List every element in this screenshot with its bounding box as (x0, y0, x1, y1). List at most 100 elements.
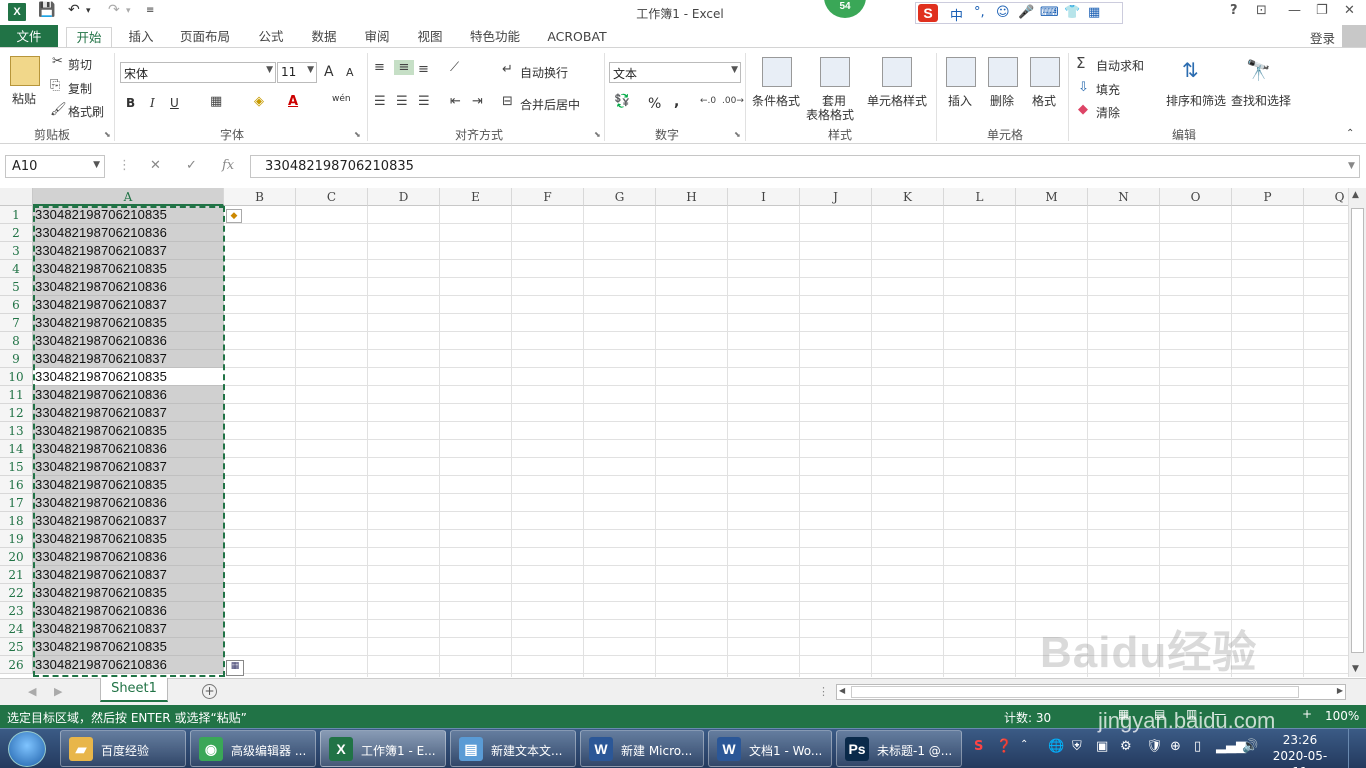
taskbar-item[interactable]: W 新建 Micro... (580, 730, 704, 767)
table-cell[interactable]: 330482198706210835 (33, 530, 224, 548)
table-cell[interactable]: 330482198706210837 (33, 512, 224, 530)
column-header-b[interactable]: B (224, 188, 296, 206)
increase-decimal-icon[interactable]: ←.0 (700, 96, 716, 106)
select-all-corner[interactable] (0, 188, 33, 206)
column-header-q[interactable]: Q (1304, 188, 1348, 206)
table-cell[interactable]: 330482198706210835 (33, 314, 224, 332)
scroll-thumb[interactable] (1351, 208, 1364, 653)
row-header[interactable]: 8 (0, 332, 33, 350)
percent-button[interactable]: % (648, 96, 661, 112)
bold-button[interactable]: B (126, 96, 135, 110)
table-cell[interactable]: 330482198706210837 (33, 566, 224, 584)
currency-icon[interactable]: 💱 (614, 94, 630, 109)
table-cell[interactable]: 330482198706210836 (33, 332, 224, 350)
column-header-l[interactable]: L (944, 188, 1016, 206)
row-header[interactable]: 2 (0, 224, 33, 242)
align-middle-icon[interactable]: ≡ (394, 60, 414, 75)
align-bottom-icon[interactable]: ≡ (418, 62, 429, 77)
empty-cells[interactable] (224, 206, 1348, 677)
comma-button[interactable]: , (674, 94, 679, 110)
split-handle-icon[interactable]: ⋮ (818, 685, 829, 698)
ime-toolbar[interactable]: S 中 °, ☺ 🎤 ⌨ 👕 ▦ (915, 2, 1123, 24)
tab-review[interactable]: 审阅 (358, 27, 396, 48)
table-cell[interactable]: 330482198706210836 (33, 440, 224, 458)
add-sheet-button[interactable]: + (202, 684, 217, 699)
row-header[interactable]: 15 (0, 458, 33, 476)
tray-expand-icon[interactable]: ⌃ (1020, 739, 1028, 750)
taskbar-item[interactable]: Ps 未标题-1 @... (836, 730, 962, 767)
sheet-tab[interactable]: Sheet1 (100, 678, 168, 702)
row-header[interactable]: 19 (0, 530, 33, 548)
ime-chinese-toggle[interactable]: 中 (950, 5, 963, 24)
row-header[interactable]: 12 (0, 404, 33, 422)
italic-button[interactable]: I (150, 96, 155, 110)
increase-indent-icon[interactable]: ⇥ (472, 94, 483, 109)
fill-icon[interactable]: ⇩ (1078, 80, 1089, 95)
tab-home[interactable]: 开始 (66, 27, 112, 48)
row-header[interactable]: 18 (0, 512, 33, 530)
row-header[interactable]: 22 (0, 584, 33, 602)
column-header-h[interactable]: H (656, 188, 728, 206)
taskbar-item[interactable]: ◉ 高级编辑器 ... (190, 730, 316, 767)
avatar[interactable] (1342, 25, 1366, 49)
table-cell[interactable]: 330482198706210836 (33, 548, 224, 566)
save-icon[interactable]: 💾 (38, 2, 55, 18)
usb-icon[interactable]: ▯ (1194, 739, 1201, 754)
number-format-combo[interactable]: 文本 ▼ (609, 62, 741, 83)
cut-button[interactable]: 剪切 (68, 56, 92, 73)
taskbar-item[interactable]: ▤ 新建文本文... (450, 730, 576, 767)
help-icon[interactable]: ? (1230, 3, 1238, 18)
scroll-thumb[interactable] (851, 686, 1299, 698)
font-color-icon[interactable]: A (288, 94, 298, 109)
formula-input[interactable]: 330482198706210835 (250, 155, 1360, 178)
ime-punct-icon[interactable]: °, (974, 5, 985, 20)
ime-emoji-icon[interactable]: ☺ (996, 5, 1010, 20)
autosum-icon[interactable]: Σ (1076, 54, 1085, 72)
tab-view[interactable]: 视图 (411, 27, 449, 48)
restore-icon[interactable]: ❐ (1316, 3, 1328, 18)
column-header-e[interactable]: E (440, 188, 512, 206)
column-header-o[interactable]: O (1160, 188, 1232, 206)
shield-icon[interactable]: 🛡 (1146, 739, 1163, 754)
decrease-indent-icon[interactable]: ⇤ (450, 94, 461, 109)
fill-color-icon[interactable]: ◈ (254, 94, 264, 109)
table-cell[interactable]: 330482198706210837 (33, 242, 224, 260)
table-cell[interactable]: 330482198706210837 (33, 458, 224, 476)
zoom-in-icon[interactable]: + (1302, 707, 1312, 721)
format-painter-icon[interactable]: 🖌 (50, 102, 67, 117)
table-cell[interactable]: 330482198706210836 (33, 386, 224, 404)
format-as-table-line2[interactable]: 表格格式 (806, 106, 854, 123)
paste-icon[interactable] (10, 56, 40, 86)
insert-cells-icon[interactable] (946, 57, 976, 87)
orientation-icon[interactable]: ⟋ (450, 60, 459, 75)
vertical-scrollbar[interactable]: ▲ ▼ (1348, 188, 1366, 677)
scroll-right-icon[interactable]: ▶ (1337, 686, 1343, 695)
worksheet-grid[interactable]: ABCDEFGHIJKLMNOPQ 1 330482198706210835 2 33… (0, 188, 1348, 677)
row-header[interactable]: 13 (0, 422, 33, 440)
border-icon[interactable]: ▦ (210, 94, 222, 109)
horizontal-scrollbar[interactable]: ◀ ▶ (836, 684, 1346, 700)
delete-cells-button[interactable]: 删除 (990, 92, 1014, 109)
clear-icon[interactable]: ◆ (1078, 102, 1088, 117)
close-icon[interactable]: ✕ (1344, 3, 1355, 18)
ime-skin-icon[interactable]: 👕 (1064, 5, 1080, 20)
row-header[interactable]: 17 (0, 494, 33, 512)
start-button[interactable] (8, 731, 46, 767)
table-cell[interactable]: 330482198706210836 (33, 494, 224, 512)
row-header[interactable]: 23 (0, 602, 33, 620)
row-header[interactable]: 20 (0, 548, 33, 566)
taskbar-item[interactable]: X 工作簿1 - E... (320, 730, 446, 767)
help-tray-icon[interactable]: ❓ (996, 739, 1012, 754)
addon-icon[interactable]: ⊕ (1170, 739, 1181, 754)
scroll-left-icon[interactable]: ◀ (839, 686, 845, 695)
table-cell[interactable]: 330482198706210835 (33, 584, 224, 602)
tab-acrobat[interactable]: ACROBAT (542, 27, 612, 48)
table-cell[interactable]: 330482198706210836 (33, 224, 224, 242)
collapse-ribbon-icon[interactable]: ⌃ (1346, 128, 1354, 139)
row-header[interactable]: 21 (0, 566, 33, 584)
phonetic-button[interactable]: wén (332, 94, 351, 104)
row-header[interactable]: 10 (0, 368, 33, 386)
customize-qat-icon[interactable]: ≡ (146, 5, 154, 16)
table-cell[interactable]: 330482198706210835 (33, 476, 224, 494)
enter-icon[interactable]: ✓ (186, 158, 197, 173)
